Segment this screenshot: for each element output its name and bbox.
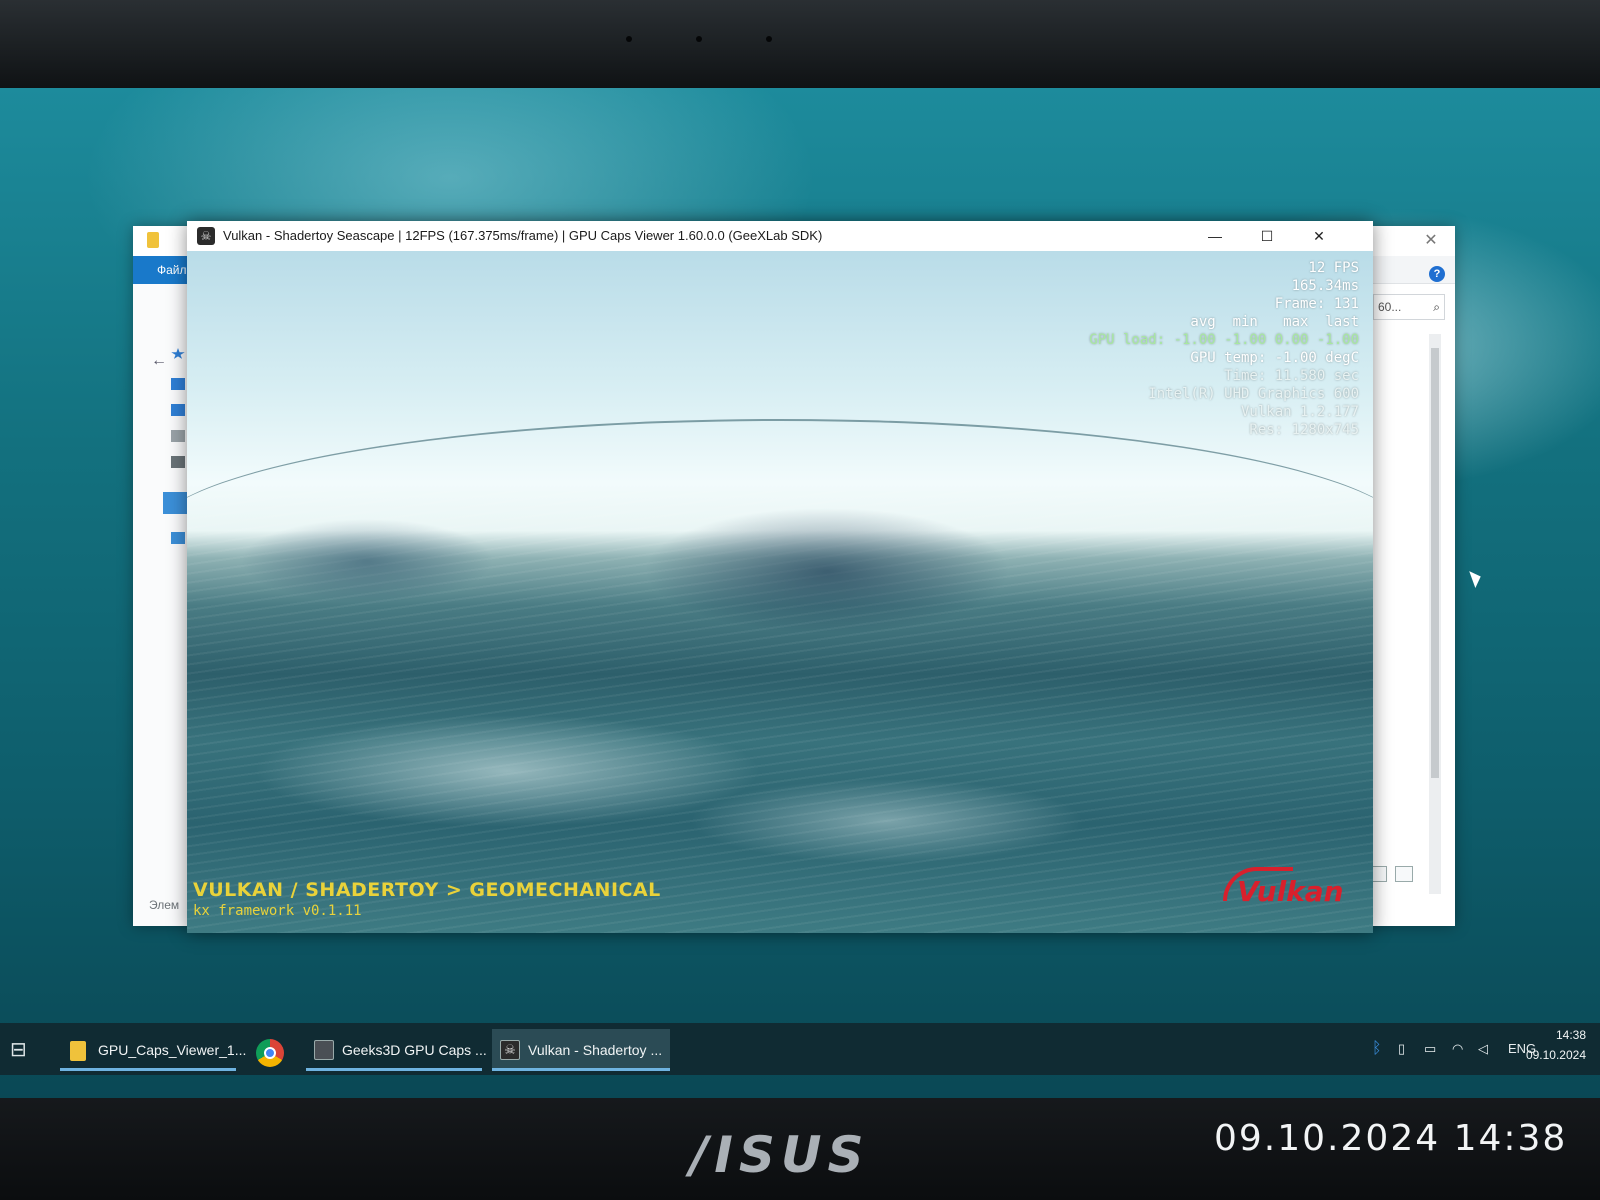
resolution-readout: Res: 1280x745 bbox=[1249, 422, 1359, 438]
quick-access-star-icon[interactable] bbox=[171, 348, 185, 359]
bezel-sensor bbox=[626, 36, 632, 42]
ocean-surface bbox=[187, 491, 1373, 933]
taskbar: ⊟ GPU_Caps_Viewer_1... Geeks3D GPU Caps … bbox=[0, 1023, 1600, 1075]
gpu-caps-icon bbox=[314, 1040, 334, 1060]
vertical-scrollbar[interactable] bbox=[1429, 334, 1441, 894]
task-view-icon[interactable]: ⊟ bbox=[10, 1037, 27, 1062]
demo-title-banner: VULKAN / SHADERTOY > GEOMECHANICAL bbox=[193, 879, 661, 901]
close-button[interactable]: ✕ bbox=[1295, 221, 1343, 251]
chrome-icon bbox=[256, 1039, 284, 1067]
elapsed-time-readout: Time: 11.580 sec bbox=[1224, 368, 1359, 384]
close-icon[interactable]: ✕ bbox=[1407, 226, 1455, 256]
system-clock[interactable]: 14:38 09.10.2024 bbox=[1520, 1025, 1586, 1065]
gpu-load-readout: GPU load: -1.00 -1.00 0.00 -1.00 bbox=[1089, 332, 1359, 348]
brand-logo: /ISUS bbox=[690, 1126, 870, 1184]
desktop-icon[interactable] bbox=[171, 378, 185, 390]
minimize-button[interactable]: — bbox=[1191, 221, 1239, 251]
taskbar-item-gpu-caps[interactable]: Geeks3D GPU Caps ... bbox=[306, 1029, 487, 1071]
active-indicator bbox=[306, 1068, 482, 1071]
render-viewport[interactable]: 12 FPS 165.34ms Frame: 131 avg min max l… bbox=[187, 251, 1373, 933]
clock-time: 14:38 bbox=[1555, 1028, 1586, 1042]
taskbar-item-chrome[interactable] bbox=[246, 1029, 298, 1071]
gpu-temp-readout: GPU temp: -1.00 degC bbox=[1190, 350, 1359, 366]
frame-counter: Frame: 131 bbox=[1274, 296, 1359, 312]
stats-overlay: 12 FPS 165.34ms Frame: 131 avg min max l… bbox=[1089, 259, 1359, 439]
wifi-icon[interactable]: ◠ bbox=[1452, 1023, 1463, 1075]
volume-icon[interactable]: ◁ bbox=[1478, 1023, 1488, 1075]
fps-readout: 12 FPS bbox=[1308, 260, 1359, 276]
laptop-top-bezel bbox=[0, 0, 1600, 92]
stats-header: avg min max last bbox=[1190, 314, 1359, 330]
gpu-name: Intel(R) UHD Graphics 600 bbox=[1148, 386, 1359, 402]
framework-version: kx framework v0.1.11 bbox=[193, 903, 362, 919]
window-title: Vulkan - Shadertoy Seascape | 12FPS (167… bbox=[223, 228, 823, 243]
downloads-icon[interactable] bbox=[171, 404, 185, 416]
back-arrow-icon[interactable]: ← bbox=[151, 352, 167, 370]
clock-date: 09.10.2024 bbox=[1525, 1048, 1586, 1062]
battery-icon[interactable]: ▭ bbox=[1424, 1023, 1436, 1075]
skull-app-icon: ☠ bbox=[197, 227, 215, 245]
taskbar-item-vulkan[interactable]: ☠ Vulkan - Shadertoy ... bbox=[492, 1029, 670, 1071]
taskbar-item-label: Geeks3D GPU Caps ... bbox=[342, 1042, 487, 1058]
skull-app-icon: ☠ bbox=[500, 1040, 520, 1060]
search-icon[interactable]: ⌕ bbox=[1433, 295, 1440, 319]
file-menu-tab[interactable]: Файл bbox=[133, 256, 187, 284]
vulkan-logo: Vulkan bbox=[1237, 875, 1344, 908]
folder-icon bbox=[147, 232, 159, 248]
help-icon[interactable]: ? bbox=[1429, 266, 1445, 282]
photo-frame: ✕ Файл ? ← Элем 60... ⌕ ☠ Vulkan - Shade… bbox=[0, 0, 1600, 1200]
navigation-pane: ← bbox=[133, 284, 189, 926]
status-bar-text: Элем bbox=[149, 898, 180, 912]
mouse-cursor-icon bbox=[1469, 568, 1484, 588]
usb-device-icon[interactable]: ▯ bbox=[1398, 1023, 1405, 1075]
bezel-sensor bbox=[696, 36, 702, 42]
search-input-value: 60... bbox=[1378, 300, 1402, 314]
vulkan-version: Vulkan 1.2.177 bbox=[1240, 404, 1359, 420]
documents-icon[interactable] bbox=[171, 430, 185, 442]
large-icons-view-icon[interactable] bbox=[1395, 866, 1413, 882]
photo-timestamp: 09.10.2024 14:38 bbox=[1214, 1118, 1568, 1159]
onedrive-icon[interactable] bbox=[163, 492, 189, 514]
search-input[interactable]: 60... ⌕ bbox=[1373, 294, 1445, 320]
active-indicator bbox=[492, 1068, 670, 1071]
taskbar-item-explorer[interactable]: GPU_Caps_Viewer_1... bbox=[60, 1029, 246, 1071]
desktop: ✕ Файл ? ← Элем 60... ⌕ ☠ Vulkan - Shade… bbox=[0, 88, 1600, 1100]
vulkan-demo-window[interactable]: ☠ Vulkan - Shadertoy Seascape | 12FPS (1… bbox=[187, 221, 1373, 933]
pictures-icon[interactable] bbox=[171, 456, 185, 468]
taskbar-item-label: GPU_Caps_Viewer_1... bbox=[98, 1042, 247, 1058]
scrollbar-thumb[interactable] bbox=[1431, 348, 1439, 778]
active-indicator bbox=[60, 1068, 236, 1071]
taskbar-item-label: Vulkan - Shadertoy ... bbox=[528, 1042, 663, 1058]
window-titlebar[interactable]: ☠ Vulkan - Shadertoy Seascape | 12FPS (1… bbox=[187, 221, 1373, 251]
frame-time-readout: 165.34ms bbox=[1291, 278, 1359, 294]
bluetooth-icon[interactable]: ᛒ bbox=[1372, 1023, 1382, 1075]
folder-icon bbox=[70, 1041, 86, 1061]
webcam bbox=[766, 36, 772, 42]
network-icon[interactable] bbox=[171, 532, 185, 544]
maximize-button[interactable]: ☐ bbox=[1243, 221, 1291, 251]
